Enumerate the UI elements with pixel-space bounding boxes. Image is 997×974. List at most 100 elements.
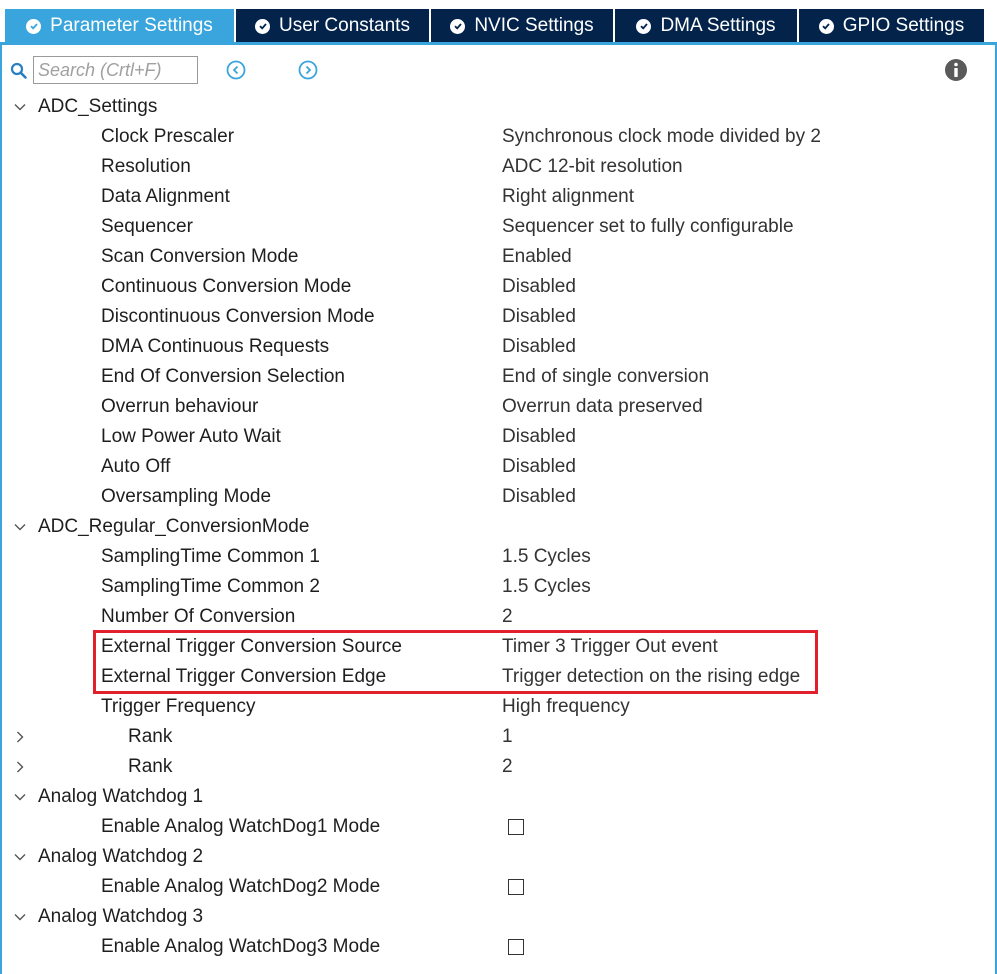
subgroup-label: Rank [128, 726, 173, 747]
tab-nvic-settings[interactable]: NVIC Settings [431, 9, 613, 43]
chevron-down-icon[interactable] [10, 92, 30, 122]
param-value[interactable]: 1.5 Cycles [502, 572, 591, 602]
tree-param-row[interactable]: External Trigger Conversion Edge Trigger … [0, 662, 997, 692]
tab-label: NVIC Settings [474, 15, 594, 36]
tree-group[interactable]: ADC_Settings [0, 92, 997, 122]
param-label: Sequencer [101, 216, 193, 237]
param-value[interactable]: Right alignment [502, 182, 634, 212]
tree-param-row[interactable]: Oversampling Mode Disabled [0, 482, 997, 512]
param-value[interactable]: Overrun data preserved [502, 392, 703, 422]
param-label: Enable Analog WatchDog3 Mode [101, 936, 381, 957]
tree-param-row[interactable]: Discontinuous Conversion Mode Disabled [0, 302, 997, 332]
check-circle-icon [636, 18, 652, 34]
param-label: Clock Prescaler [101, 126, 235, 147]
subgroup-value: 1 [502, 726, 513, 747]
tab-dma-settings[interactable]: DMA Settings [615, 9, 797, 43]
tree-param-row[interactable]: Auto Off Disabled [0, 452, 997, 482]
tree-param-row[interactable]: Data Alignment Right alignment [0, 182, 997, 212]
enable-checkbox[interactable] [508, 939, 524, 955]
tree-group[interactable]: Analog Watchdog 2 [0, 842, 997, 872]
tree-param-row[interactable]: DMA Continuous Requests Disabled [0, 332, 997, 362]
tree-checkbox-row[interactable]: Enable Analog WatchDog2 Mode [0, 872, 997, 902]
param-label: Discontinuous Conversion Mode [101, 306, 375, 327]
param-value[interactable]: Disabled [502, 332, 576, 362]
previous-icon[interactable] [225, 59, 247, 81]
tab-parameter-settings[interactable]: Parameter Settings [5, 9, 234, 43]
tree-param-row[interactable]: Resolution ADC 12-bit resolution [0, 152, 997, 182]
info-icon[interactable] [944, 58, 968, 82]
param-label: External Trigger Conversion Edge [101, 666, 387, 687]
group-label: ADC_Settings [38, 96, 158, 117]
tree-param-row[interactable]: Sequencer Sequencer set to fully configur… [0, 212, 997, 242]
tree-param-row[interactable]: Continuous Conversion Mode Disabled [0, 272, 997, 302]
tree-subgroup[interactable]: Rank 2 [0, 752, 997, 782]
search-icon[interactable] [10, 62, 28, 80]
check-circle-icon [255, 18, 271, 34]
param-label: Number Of Conversion [101, 606, 296, 627]
param-value[interactable]: Disabled [502, 482, 576, 512]
param-label: Oversampling Mode [101, 486, 272, 507]
tab-label: DMA Settings [660, 15, 776, 36]
param-label: Overrun behaviour [101, 396, 259, 417]
tab-label: GPIO Settings [842, 15, 965, 36]
param-label: Data Alignment [101, 186, 230, 207]
search-toolbar [0, 52, 997, 90]
subgroup-value: 2 [502, 756, 513, 777]
param-value[interactable]: Trigger detection on the rising edge [502, 662, 800, 692]
group-label: Analog Watchdog 3 [38, 906, 204, 927]
chevron-down-icon[interactable] [10, 512, 30, 542]
param-label: Low Power Auto Wait [101, 426, 281, 447]
tree-param-row[interactable]: SamplingTime Common 1 1.5 Cycles [0, 542, 997, 572]
tree-subgroup[interactable]: Rank 1 [0, 722, 997, 752]
tree-param-row[interactable]: SamplingTime Common 2 1.5 Cycles [0, 572, 997, 602]
tree-checkbox-row[interactable]: Enable Analog WatchDog1 Mode [0, 812, 997, 842]
param-value[interactable]: Disabled [502, 272, 576, 302]
tree-param-row[interactable]: Clock Prescaler Synchronous clock mode di… [0, 122, 997, 152]
tree-param-row[interactable]: Number Of Conversion 2 [0, 602, 997, 632]
tree-group[interactable]: Analog Watchdog 3 [0, 902, 997, 932]
chevron-down-icon[interactable] [10, 782, 30, 812]
tab-underline [0, 42, 997, 45]
param-label: Enable Analog WatchDog1 Mode [101, 816, 381, 837]
tree-param-row[interactable]: End Of Conversion Selection End of single… [0, 362, 997, 392]
param-label: Resolution [101, 156, 191, 177]
param-value[interactable]: ADC 12-bit resolution [502, 152, 683, 182]
enable-checkbox[interactable] [508, 819, 524, 835]
tree-param-row[interactable]: Low Power Auto Wait Disabled [0, 422, 997, 452]
param-value[interactable]: Synchronous clock mode divided by 2 [502, 122, 821, 152]
next-icon[interactable] [297, 59, 319, 81]
tree-param-row[interactable]: Trigger Frequency High frequency [0, 692, 997, 722]
tab-user-constants[interactable]: User Constants [236, 9, 429, 43]
param-value[interactable]: Disabled [502, 302, 576, 332]
chevron-down-icon[interactable] [10, 842, 30, 872]
param-label: External Trigger Conversion Source [101, 636, 402, 657]
tree-param-row[interactable]: Scan Conversion Mode Enabled [0, 242, 997, 272]
param-value[interactable]: Timer 3 Trigger Out event [502, 632, 718, 662]
tree-param-row[interactable]: Overrun behaviour Overrun data preserved [0, 392, 997, 422]
param-label: Auto Off [101, 456, 171, 477]
search-input[interactable] [33, 56, 198, 84]
param-value[interactable]: 2 [502, 602, 513, 632]
param-value[interactable]: High frequency [502, 692, 630, 722]
param-value[interactable]: 1.5 Cycles [502, 542, 591, 572]
param-value[interactable]: End of single conversion [502, 362, 709, 392]
param-label: Continuous Conversion Mode [101, 276, 352, 297]
enable-checkbox[interactable] [508, 879, 524, 895]
tab-gpio-settings[interactable]: GPIO Settings [799, 9, 984, 43]
param-value[interactable]: Enabled [502, 242, 572, 272]
check-circle-icon [818, 18, 834, 34]
param-value[interactable]: Sequencer set to fully configurable [502, 212, 794, 242]
param-value[interactable]: Disabled [502, 422, 576, 452]
check-circle-icon [450, 18, 466, 34]
tree-group[interactable]: ADC_Regular_ConversionMode [0, 512, 997, 542]
param-label: Trigger Frequency [101, 696, 256, 717]
tree-checkbox-row[interactable]: Enable Analog WatchDog3 Mode [0, 932, 997, 962]
tab-label: User Constants [279, 15, 410, 36]
param-value[interactable]: Disabled [502, 452, 576, 482]
tree-group[interactable]: Analog Watchdog 1 [0, 782, 997, 812]
param-label: DMA Continuous Requests [101, 336, 330, 357]
chevron-right-icon[interactable] [10, 752, 30, 782]
chevron-down-icon[interactable] [10, 902, 30, 932]
chevron-right-icon[interactable] [10, 722, 30, 752]
tree-param-row[interactable]: External Trigger Conversion Source Timer … [0, 632, 997, 662]
